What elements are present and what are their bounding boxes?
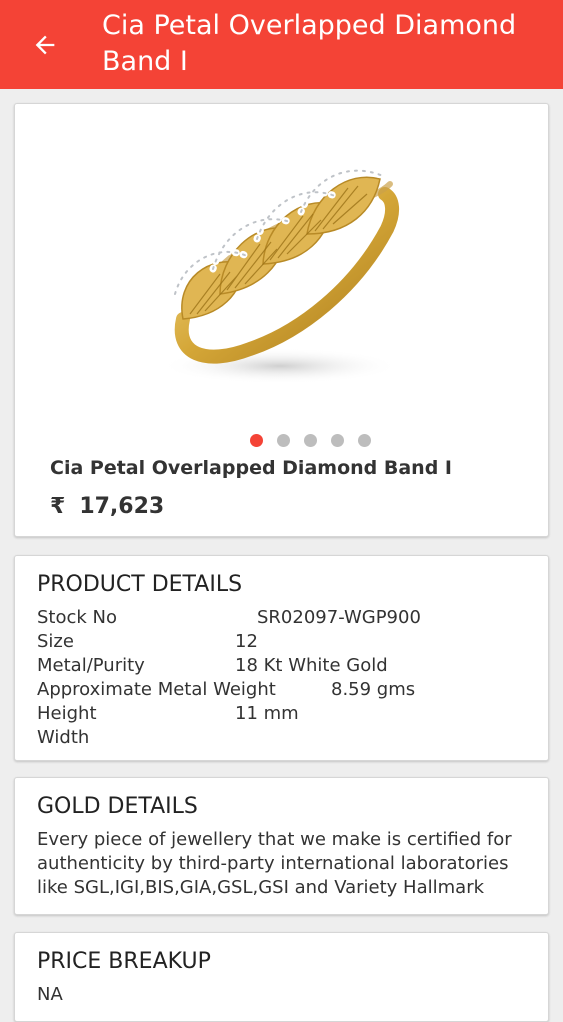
carousel-dot[interactable] bbox=[276, 434, 290, 447]
detail-value: SR02097-WGP900 bbox=[257, 607, 421, 628]
gold-details-text: Every piece of jewellery that we make is… bbox=[37, 829, 512, 898]
product-details-table: Stock No SR02097-WGP900 Size 12 Metal/Pu… bbox=[37, 606, 537, 750]
carousel-dot[interactable] bbox=[303, 434, 317, 447]
detail-row: Stock No SR02097-WGP900 bbox=[37, 606, 537, 630]
carousel-dot[interactable] bbox=[357, 434, 371, 447]
price-value: 17,623 bbox=[79, 494, 165, 519]
product-card: Cia Petal Overlapped Diamond Band I ₹ 17… bbox=[14, 103, 549, 537]
product-price: ₹ 17,623 bbox=[50, 494, 164, 519]
gold-details-title: GOLD DETAILS bbox=[37, 794, 198, 819]
price-breakup-card: PRICE BREAKUP NA bbox=[14, 932, 549, 1022]
detail-row: Size 12 bbox=[37, 630, 537, 654]
arrow-left-icon bbox=[35, 35, 55, 55]
detail-row: Approximate Metal Weight 8.59 gms bbox=[37, 678, 537, 702]
detail-label: Width bbox=[37, 727, 90, 748]
detail-value: 11 mm bbox=[235, 703, 299, 724]
detail-label: Size bbox=[37, 631, 74, 652]
carousel-dot[interactable] bbox=[249, 434, 263, 447]
rupee-icon: ₹ bbox=[50, 494, 66, 519]
product-name: Cia Petal Overlapped Diamond Band I bbox=[50, 457, 452, 479]
detail-label: Metal/Purity bbox=[37, 655, 145, 676]
product-details-title: PRODUCT DETAILS bbox=[37, 572, 243, 597]
gold-details-card: GOLD DETAILS Every piece of jewellery th… bbox=[14, 777, 549, 915]
product-details-card: PRODUCT DETAILS Stock No SR02097-WGP900 … bbox=[14, 555, 549, 761]
detail-value: 18 Kt White Gold bbox=[235, 655, 388, 676]
detail-row: Height 11 mm bbox=[37, 702, 537, 726]
detail-label: Approximate Metal Weight bbox=[37, 679, 276, 700]
diamond-ring-image bbox=[160, 167, 400, 384]
app-bar: Cia Petal Overlapped Diamond Band I bbox=[0, 0, 563, 89]
detail-row: Metal/Purity 18 Kt White Gold bbox=[37, 654, 537, 678]
price-breakup-title: PRICE BREAKUP bbox=[37, 949, 211, 974]
back-button[interactable] bbox=[28, 28, 62, 62]
detail-label: Height bbox=[37, 703, 97, 724]
page-title: Cia Petal Overlapped Diamond Band I bbox=[102, 10, 517, 77]
detail-label: Stock No bbox=[37, 607, 118, 628]
product-image-carousel[interactable] bbox=[15, 104, 550, 429]
detail-value: 12 bbox=[235, 631, 258, 652]
carousel-dot[interactable] bbox=[330, 434, 344, 447]
carousel-indicator bbox=[15, 434, 550, 450]
price-breakup-text: NA bbox=[37, 984, 63, 1005]
detail-row: Width bbox=[37, 726, 537, 750]
detail-value: 8.59 gms bbox=[331, 679, 416, 700]
